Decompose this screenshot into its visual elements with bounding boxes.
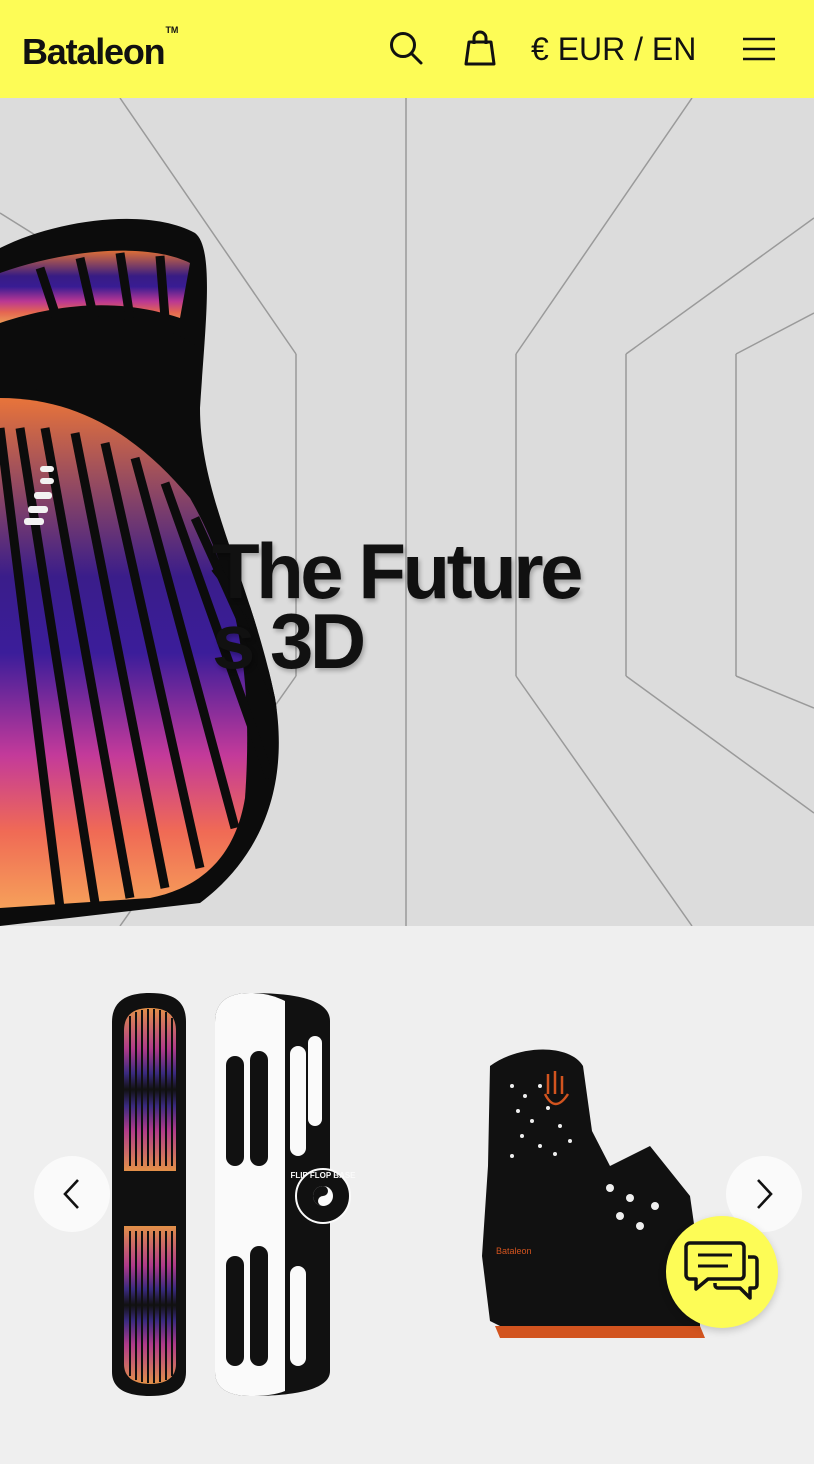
- site-header: BataleonTM € EUR / EN: [0, 0, 814, 98]
- hero-title-line2: s 3D: [212, 597, 366, 685]
- product-carousel: FLIP FLOP BASE Bataleon: [0, 926, 814, 1464]
- shopping-bag-icon: [464, 30, 496, 66]
- flip-flop-badge-text: FLIP FLOP BASE: [290, 1171, 356, 1180]
- hero-title: The Future s 3D: [212, 527, 672, 685]
- chat-bubbles-icon: [684, 1241, 759, 1300]
- chevron-left-icon: [63, 1179, 79, 1209]
- hero-banner[interactable]: The Future s 3D: [0, 98, 814, 926]
- logo[interactable]: BataleonTM: [22, 25, 179, 72]
- hero-title-line1: The Future: [212, 527, 584, 615]
- hero-graphic: [0, 98, 814, 926]
- search-icon: [390, 32, 423, 65]
- product-images: FLIP FLOP BASE Bataleon: [112, 993, 705, 1396]
- menu-button[interactable]: [738, 30, 780, 68]
- binding-logo-text: Bataleon: [496, 1246, 532, 1256]
- currency-language-selector[interactable]: € EUR / EN: [531, 30, 696, 68]
- hamburger-menu-icon: [743, 37, 775, 61]
- cart-button[interactable]: [460, 28, 500, 68]
- product-snowboard: FLIP FLOP BASE: [112, 993, 356, 1396]
- carousel-prev-button[interactable]: [34, 1156, 110, 1232]
- chat-button[interactable]: [666, 1216, 778, 1328]
- chevron-right-icon: [757, 1179, 773, 1209]
- logo-text: Bataleon: [22, 31, 166, 72]
- search-button[interactable]: [386, 28, 426, 68]
- logo-trademark: TM: [165, 25, 179, 35]
